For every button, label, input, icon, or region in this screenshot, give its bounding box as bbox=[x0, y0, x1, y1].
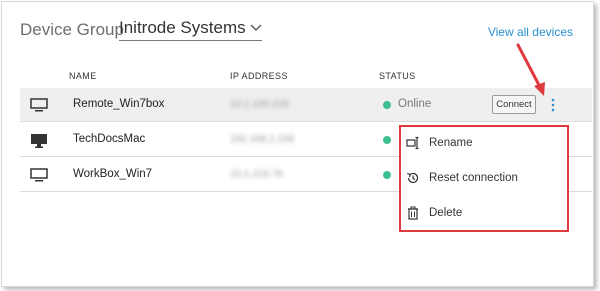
callout-arrow-icon bbox=[516, 43, 545, 96]
more-options-icon[interactable] bbox=[548, 97, 558, 113]
device-group-label: Device Group bbox=[20, 20, 124, 39]
menu-item-label: Delete bbox=[429, 207, 463, 219]
device-ip-address: 10.1.145.229 bbox=[230, 99, 289, 110]
chevron-down-icon bbox=[250, 24, 262, 31]
status-online-dot bbox=[383, 101, 391, 109]
column-header-ip-address[interactable]: IP ADDRESS bbox=[230, 71, 288, 81]
device-ip-address: 10.1.215.76 bbox=[230, 169, 283, 180]
device-status: Online bbox=[398, 98, 432, 110]
table-row[interactable]: Remote_Win7box 10.1.145.229 Online Conne… bbox=[20, 88, 592, 122]
history-icon bbox=[406, 171, 420, 185]
row-divider bbox=[20, 121, 592, 122]
trash-icon bbox=[406, 206, 420, 220]
rename-icon bbox=[406, 136, 420, 150]
monitor-icon bbox=[30, 168, 48, 182]
device-name: Remote_Win7box bbox=[73, 98, 165, 110]
imac-icon bbox=[31, 134, 47, 148]
view-all-devices-link[interactable]: View all devices bbox=[488, 25, 573, 39]
column-header-status[interactable]: STATUS bbox=[379, 71, 416, 81]
device-ip-address: 192.168.1.159 bbox=[230, 134, 294, 145]
status-online-dot bbox=[383, 171, 391, 179]
menu-item-rename[interactable]: Rename bbox=[406, 130, 562, 156]
menu-item-reset-connection[interactable]: Reset connection bbox=[406, 165, 562, 191]
menu-item-label: Reset connection bbox=[429, 172, 518, 184]
device-panel: Device Group Initrode Systems View all d… bbox=[1, 1, 594, 287]
menu-item-label: Rename bbox=[429, 137, 473, 149]
device-group-dropdown[interactable]: Initrode Systems bbox=[119, 18, 262, 41]
device-name: TechDocsMac bbox=[73, 133, 146, 145]
device-name: WorkBox_Win7 bbox=[73, 168, 153, 180]
status-online-dot bbox=[383, 136, 391, 144]
column-header-name[interactable]: NAME bbox=[69, 71, 97, 81]
device-group-value: Initrode Systems bbox=[119, 18, 246, 37]
row-context-menu: Rename Reset connection Delete bbox=[399, 125, 569, 232]
menu-item-delete[interactable]: Delete bbox=[406, 200, 562, 226]
monitor-icon bbox=[30, 98, 48, 112]
